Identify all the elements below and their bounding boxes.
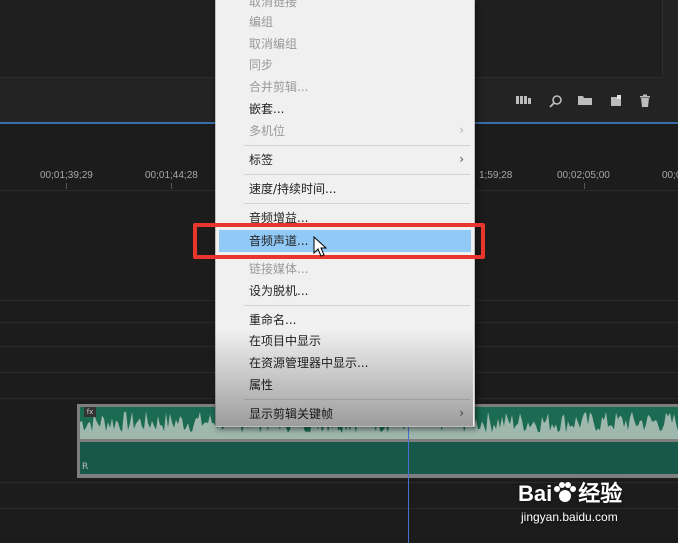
menu-separator	[244, 305, 470, 306]
timecode-label: 00;01;44;28	[145, 170, 198, 181]
new-bin-icon[interactable]	[577, 94, 593, 108]
fx-badge: fx	[84, 407, 96, 417]
menu-item-reveal-in-explorer[interactable]: 在资源管理器中显示...	[249, 354, 368, 372]
menu-item-nest[interactable]: 嵌套...	[249, 100, 284, 118]
menu-item-ungroup[interactable]: 取消编组	[249, 35, 297, 53]
watermark-url: jingyan.baidu.com	[521, 510, 618, 524]
menu-item-multi-camera[interactable]: 多机位	[249, 122, 285, 140]
menu-separator	[244, 145, 470, 146]
menu-item-label[interactable]: 标签	[249, 151, 273, 169]
annotation-highlight-box	[193, 223, 485, 259]
ruler-tick	[66, 183, 67, 189]
ruler-tick	[584, 183, 585, 189]
context-menu: 取消链接 编组 取消编组 同步 合并剪辑... 嵌套... 多机位 › 标签 ›…	[215, 0, 475, 427]
new-item-icon[interactable]	[608, 94, 624, 108]
menu-item-merge-clips[interactable]: 合并剪辑...	[249, 78, 308, 96]
chevron-right-icon: ›	[459, 152, 464, 166]
trash-icon[interactable]	[637, 94, 653, 108]
baidu-watermark: Bai 经验 jingyan.baidu.com	[518, 470, 678, 530]
menu-separator	[244, 399, 470, 400]
menu-item-synchronize[interactable]: 同步	[249, 56, 273, 74]
menu-item-link-media[interactable]: 链接媒体...	[249, 260, 308, 278]
menu-item-rename[interactable]: 重命名...	[249, 311, 296, 329]
search-icon[interactable]	[548, 94, 564, 108]
timecode-label: 00;0	[662, 170, 678, 181]
list-view-icon[interactable]	[516, 94, 532, 108]
menu-item-make-offline[interactable]: 设为脱机...	[249, 282, 308, 300]
menu-separator	[244, 203, 470, 204]
menu-item-show-clip-keyframes[interactable]: 显示剪辑关键帧	[249, 405, 333, 423]
timecode-label: 1;59;28	[479, 170, 513, 181]
paw-icon	[554, 482, 577, 502]
timecode-label: 00;02;05;00	[557, 170, 610, 181]
chevron-right-icon: ›	[459, 123, 464, 137]
watermark-brand-cn: 经验	[578, 481, 623, 506]
channel-label: R	[82, 462, 89, 472]
timecode-label: 00;01;39;29	[40, 170, 93, 181]
watermark-logo: Bai 经验	[518, 476, 622, 508]
mouse-cursor-icon	[313, 235, 329, 262]
menu-item-properties[interactable]: 属性	[249, 376, 273, 394]
menu-item-reveal-in-project[interactable]: 在项目中显示	[249, 332, 321, 350]
watermark-brand: Bai	[518, 481, 553, 506]
menu-item-speed-duration[interactable]: 速度/持续时间...	[249, 180, 337, 198]
ruler-tick	[171, 183, 172, 189]
menu-item-unlink[interactable]: 取消链接	[249, 0, 297, 11]
chevron-right-icon: ›	[459, 406, 464, 420]
menu-separator	[244, 174, 470, 175]
menu-item-group[interactable]: 编组	[249, 13, 273, 31]
